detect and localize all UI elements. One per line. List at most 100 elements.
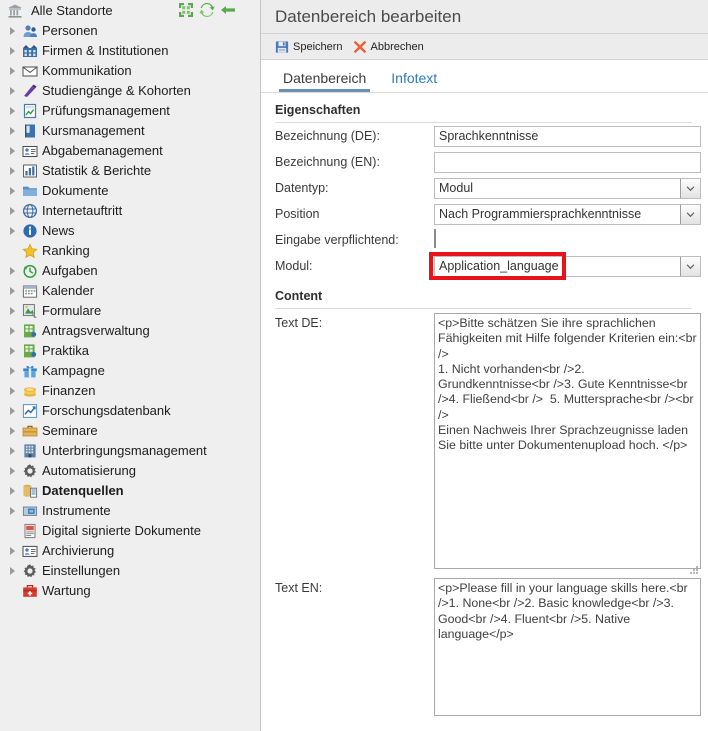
sidebar-item-unterbringungsmanagement[interactable]: Unterbringungsmanagement (0, 441, 260, 461)
sidebar-item-archivierung[interactable]: Archivierung (0, 541, 260, 561)
position-control: Nach Programmiersprachkenntnisse (434, 204, 701, 225)
application-icon (22, 323, 38, 339)
datentyp-select[interactable]: Modul (434, 178, 701, 199)
expand-triangle-icon[interactable] (8, 206, 19, 217)
expand-triangle-icon[interactable] (8, 106, 19, 117)
sidebar-item-instrumente[interactable]: Instrumente (0, 501, 260, 521)
sidebar-item-studieng-nge-kohorten[interactable]: Studiengänge & Kohorten (0, 81, 260, 101)
sidebar-item-seminare[interactable]: Seminare (0, 421, 260, 441)
expand-triangle-icon[interactable] (8, 426, 19, 437)
text-de-textarea[interactable]: <p>Bitte schätzen Sie ihre sprachlichen … (434, 313, 701, 569)
expand-triangle-icon[interactable] (8, 346, 19, 357)
chevron-down-icon[interactable] (680, 205, 700, 224)
form-icon (22, 303, 38, 319)
expand-triangle-icon[interactable] (8, 406, 19, 417)
sidebar-item-personen[interactable]: Personen (0, 21, 260, 41)
sidebar-item-label: News (42, 221, 75, 241)
coins-icon (22, 383, 38, 399)
expand-triangle-icon[interactable] (8, 326, 19, 337)
expand-triangle-icon[interactable] (8, 226, 19, 237)
company-icon (22, 43, 38, 59)
tree-root-node[interactable]: Alle Standorte (0, 0, 260, 21)
sidebar-item-label: Statistik & Berichte (42, 161, 151, 181)
sidebar-item-kursmanagement[interactable]: Kursmanagement (0, 121, 260, 141)
expand-triangle-icon[interactable] (8, 46, 19, 57)
expand-triangle-icon[interactable] (8, 566, 19, 577)
expand-triangle-icon[interactable] (8, 386, 19, 397)
expand-triangle-icon[interactable] (8, 506, 19, 517)
expand-triangle-icon[interactable] (8, 166, 19, 177)
tab-datenbereich[interactable]: Datenbereich (279, 70, 370, 92)
text-de-control: <p>Bitte schätzen Sie ihre sprachlichen … (434, 313, 701, 574)
expand-spacer (8, 526, 19, 537)
sidebar-item-einstellungen[interactable]: Einstellungen (0, 561, 260, 581)
expand-triangle-icon[interactable] (8, 446, 19, 457)
modul-select[interactable]: Application_language (434, 256, 701, 277)
expand-triangle-icon[interactable] (8, 66, 19, 77)
sidebar-item-forschungsdatenbank[interactable]: Forschungsdatenbank (0, 401, 260, 421)
sidebar-item-automatisierung[interactable]: Automatisierung (0, 461, 260, 481)
sidebar-item-statistik-berichte[interactable]: Statistik & Berichte (0, 161, 260, 181)
expand-triangle-icon[interactable] (8, 486, 19, 497)
sidebar-item-ranking[interactable]: Ranking (0, 241, 260, 261)
sidebar-item-digital-signierte-dokumente[interactable]: Digital signierte Dokumente (0, 521, 260, 541)
sidebar-item-kampagne[interactable]: Kampagne (0, 361, 260, 381)
tab-bar: Datenbereich Infotext (261, 60, 708, 93)
sidebar-item-news[interactable]: News (0, 221, 260, 241)
sidebar-item-label: Personen (42, 21, 98, 41)
envelope-icon (22, 63, 38, 79)
sidebar-item-praktika[interactable]: Praktika (0, 341, 260, 361)
chevron-down-icon[interactable] (680, 179, 700, 198)
expand-triangle-icon[interactable] (8, 306, 19, 317)
bezeichnung-en-input[interactable] (434, 152, 701, 173)
bezeichnung-de-input[interactable] (434, 126, 701, 147)
sidebar-item-aufgaben[interactable]: Aufgaben (0, 261, 260, 281)
sidebar-item-antragsverwaltung[interactable]: Antragsverwaltung (0, 321, 260, 341)
internship-icon (22, 343, 38, 359)
sidebar-item-finanzen[interactable]: Finanzen (0, 381, 260, 401)
sidebar-item-label: Einstellungen (42, 561, 120, 581)
expand-triangle-icon[interactable] (8, 366, 19, 377)
sidebar-item-label: Instrumente (42, 501, 111, 521)
expand-triangle-icon[interactable] (8, 146, 19, 157)
save-button[interactable]: Speichern (275, 40, 343, 54)
expand-triangle-icon[interactable] (8, 86, 19, 97)
expand-triangle-icon[interactable] (8, 266, 19, 277)
sidebar-item-label: Kursmanagement (42, 121, 145, 141)
position-select[interactable]: Nach Programmiersprachkenntnisse (434, 204, 701, 225)
building-icon (22, 443, 38, 459)
save-button-label: Speichern (293, 41, 343, 53)
barchart-icon (22, 163, 38, 179)
navigation-tree: PersonenFirmen & InstitutionenKommunikat… (0, 21, 260, 601)
sidebar-item-kalender[interactable]: Kalender (0, 281, 260, 301)
sidebar-item-formulare[interactable]: Formulare (0, 301, 260, 321)
expand-triangle-icon[interactable] (8, 186, 19, 197)
row-text-en: Text EN: <p>Please fill in your language… (261, 574, 700, 721)
collapse-all-icon[interactable] (178, 2, 194, 18)
sidebar-item-datenquellen[interactable]: Datenquellen (0, 481, 260, 501)
modul-select-value: Application_language (435, 259, 680, 273)
chevron-down-icon[interactable] (680, 257, 700, 276)
cancel-button[interactable]: Abbrechen (353, 40, 424, 54)
expand-triangle-icon[interactable] (8, 466, 19, 477)
sidebar-item-abgabemanagement[interactable]: Abgabemanagement (0, 141, 260, 161)
back-arrow-icon[interactable] (220, 2, 236, 18)
sidebar-item-firmen-institutionen[interactable]: Firmen & Institutionen (0, 41, 260, 61)
tab-infotext[interactable]: Infotext (387, 70, 441, 92)
text-en-textarea[interactable]: <p>Please fill in your language skills h… (434, 578, 701, 716)
refresh-icon[interactable] (199, 2, 215, 18)
expand-triangle-icon[interactable] (8, 286, 19, 297)
position-select-value: Nach Programmiersprachkenntnisse (435, 207, 680, 221)
sidebar-item-kommunikation[interactable]: Kommunikation (0, 61, 260, 81)
sidebar-item-label: Unterbringungsmanagement (42, 441, 207, 461)
expand-triangle-icon[interactable] (8, 126, 19, 137)
sidebar-item-pr-fungsmanagement[interactable]: Prüfungsmanagement (0, 101, 260, 121)
sidebar-item-dokumente[interactable]: Dokumente (0, 181, 260, 201)
datentyp-label: Datentyp: (275, 181, 434, 195)
sidebar-item-internetauftritt[interactable]: Internetauftritt (0, 201, 260, 221)
exam-icon (22, 103, 38, 119)
eingabe-verpflichtend-checkbox[interactable] (434, 229, 436, 248)
expand-triangle-icon[interactable] (8, 26, 19, 37)
sidebar-item-wartung[interactable]: Wartung (0, 581, 260, 601)
expand-triangle-icon[interactable] (8, 546, 19, 557)
